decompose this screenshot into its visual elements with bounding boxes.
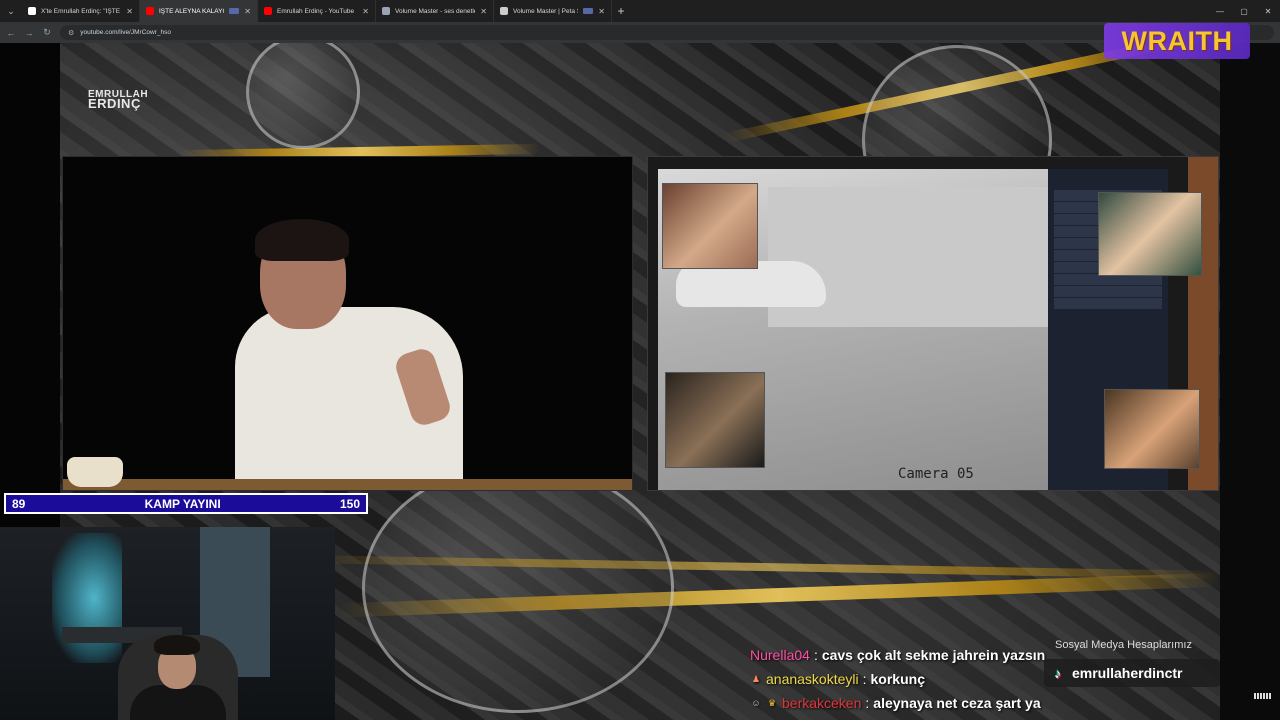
close-window-icon[interactable]: ✕ <box>1256 0 1280 22</box>
photo-inset <box>1098 192 1202 276</box>
tab-sharing-icon <box>583 8 594 14</box>
tab-title: İŞTE ALEYNA KALAYCIOĞLU <box>159 7 224 15</box>
site-info-icon[interactable]: ⚙ <box>68 29 74 37</box>
person-badge-icon: ♟ <box>751 673 761 684</box>
ticker-left-value: 89 <box>12 496 26 511</box>
tab-list: X'te Emrullah Erdinç: "İŞTE ALEY✕İŞTE AL… <box>22 0 612 22</box>
tab-3[interactable]: Volume Master - ses denetleyici ✕ <box>376 0 494 22</box>
tiktok-icon: ♪ <box>1054 665 1062 681</box>
chat-username: berkakceken <box>782 695 862 711</box>
ticker-right-value: 150 <box>339 496 360 511</box>
tab-favicon-icon <box>264 7 272 15</box>
tab-1[interactable]: İŞTE ALEYNA KALAYCIOĞLU ✕ <box>140 0 258 22</box>
tab-title: Volume Master - ses denetleyici <box>395 7 475 15</box>
screen: ⌄ X'te Emrullah Erdinç: "İŞTE ALEY✕İŞTE … <box>0 0 1280 720</box>
chat-separator: : <box>865 695 870 711</box>
tab-title: X'te Emrullah Erdinç: "İŞTE ALEY <box>41 7 121 15</box>
streamer-webcam <box>0 527 335 720</box>
sponsor-logo-text: WRAITH <box>1121 25 1233 56</box>
chat-username: Nurella04 <box>750 647 810 663</box>
minimize-icon[interactable]: — <box>1208 0 1232 22</box>
tab-close-icon[interactable]: ✕ <box>362 7 369 16</box>
chat-message: ♟ ananaskokteyli: korkunç <box>750 667 1070 691</box>
url-input[interactable]: ⚙ youtube.com/live/JMrCowr_hso <box>60 25 1274 40</box>
channel-logo: EMRULLAH ERDINÇ <box>88 90 148 111</box>
smile-badge-icon: ☺ <box>751 698 761 708</box>
webcam-scene <box>52 533 122 663</box>
tab-favicon-icon <box>500 7 508 15</box>
address-bar: ← → ↻ ⚙ youtube.com/live/JMrCowr_hso <box>0 22 1280 43</box>
tab-close-icon[interactable]: ✕ <box>244 7 251 16</box>
window-controls: — ▢ ✕ <box>1208 0 1280 22</box>
video-player[interactable]: EMRULLAH ERDINÇ Camera 05 89 KAMP YAYINI… <box>0 43 1280 720</box>
tab-title: Emrullah Erdinç - YouTube <box>277 7 355 15</box>
back-icon[interactable]: ← <box>6 28 16 38</box>
social-handle-text: emrullaherdinctr <box>1072 665 1183 681</box>
chat-separator: : <box>862 671 867 687</box>
chat-message: ☺ ♛ berkakceken: aleynaya net ceza şart ya <box>750 691 1070 715</box>
chat-text: korkunç <box>870 671 925 687</box>
tab-0[interactable]: X'te Emrullah Erdinç: "İŞTE ALEY ✕ <box>22 0 140 22</box>
tab-sharing-icon <box>229 8 240 14</box>
tab-4[interactable]: Volume Master | Peta Sittek ✕ <box>494 0 612 22</box>
sponsor-logo: WRAITH <box>1104 23 1250 59</box>
host-figure <box>255 219 349 261</box>
progress-ticker: 89 KAMP YAYINI 150 <box>4 493 368 514</box>
desk <box>63 479 632 490</box>
chat-overlay: Nurella04: cavs çok alt sekme jahrein yaz… <box>750 643 1070 715</box>
photo-inset <box>665 372 765 468</box>
social-handle: ♪ emrullaherdinctr <box>1044 659 1220 687</box>
photo-inset <box>662 183 758 269</box>
tab-title: Volume Master | Peta Sittek <box>513 7 578 15</box>
channel-logo-line2: ERDINÇ <box>88 96 141 111</box>
magnifier-lens <box>362 463 674 713</box>
tab-favicon-icon <box>382 7 390 15</box>
tab-favicon-icon <box>28 7 36 15</box>
ticker-title: KAMP YAYINI <box>144 496 221 511</box>
social-label: Sosyal Medya Hesaplarımız <box>1055 639 1192 651</box>
url-text: youtube.com/live/JMrCowr_hso <box>80 29 171 36</box>
chat-username: ananaskokteyli <box>766 671 859 687</box>
tab-close-icon[interactable]: ✕ <box>126 7 133 16</box>
mug <box>67 457 123 487</box>
tab-strip: ⌄ X'te Emrullah Erdinç: "İŞTE ALEY✕İŞTE … <box>0 0 1280 22</box>
chat-text: cavs çok alt sekme jahrein yazsın <box>821 647 1046 663</box>
streamer-figure <box>154 635 200 655</box>
cctv-video: Camera 05 <box>647 156 1219 491</box>
chat-message: Nurella04: cavs çok alt sekme jahrein yaz… <box>750 643 1070 667</box>
forward-icon[interactable]: → <box>24 28 34 38</box>
letterbox-right <box>1220 43 1280 720</box>
chat-text: aleynaya net ceza şart ya <box>873 695 1041 711</box>
tab-search-icon[interactable]: ⌄ <box>0 0 22 22</box>
reload-icon[interactable]: ↻ <box>42 27 52 38</box>
photo-inset <box>1104 389 1200 469</box>
tab-2[interactable]: Emrullah Erdinç - YouTube ✕ <box>258 0 376 22</box>
maximize-icon[interactable]: ▢ <box>1232 0 1256 22</box>
crown-badge-icon: ♛ <box>767 697 777 708</box>
tab-favicon-icon <box>146 7 154 15</box>
new-tab-button[interactable]: + <box>612 0 630 22</box>
tab-close-icon[interactable]: ✕ <box>480 7 487 16</box>
player-indicator-icon <box>1254 693 1272 699</box>
host-video <box>62 156 633 491</box>
cctv-camera-label: Camera 05 <box>898 466 974 482</box>
chat-separator: : <box>813 647 818 663</box>
streamer-figure <box>130 685 226 720</box>
tab-close-icon[interactable]: ✕ <box>598 7 605 16</box>
